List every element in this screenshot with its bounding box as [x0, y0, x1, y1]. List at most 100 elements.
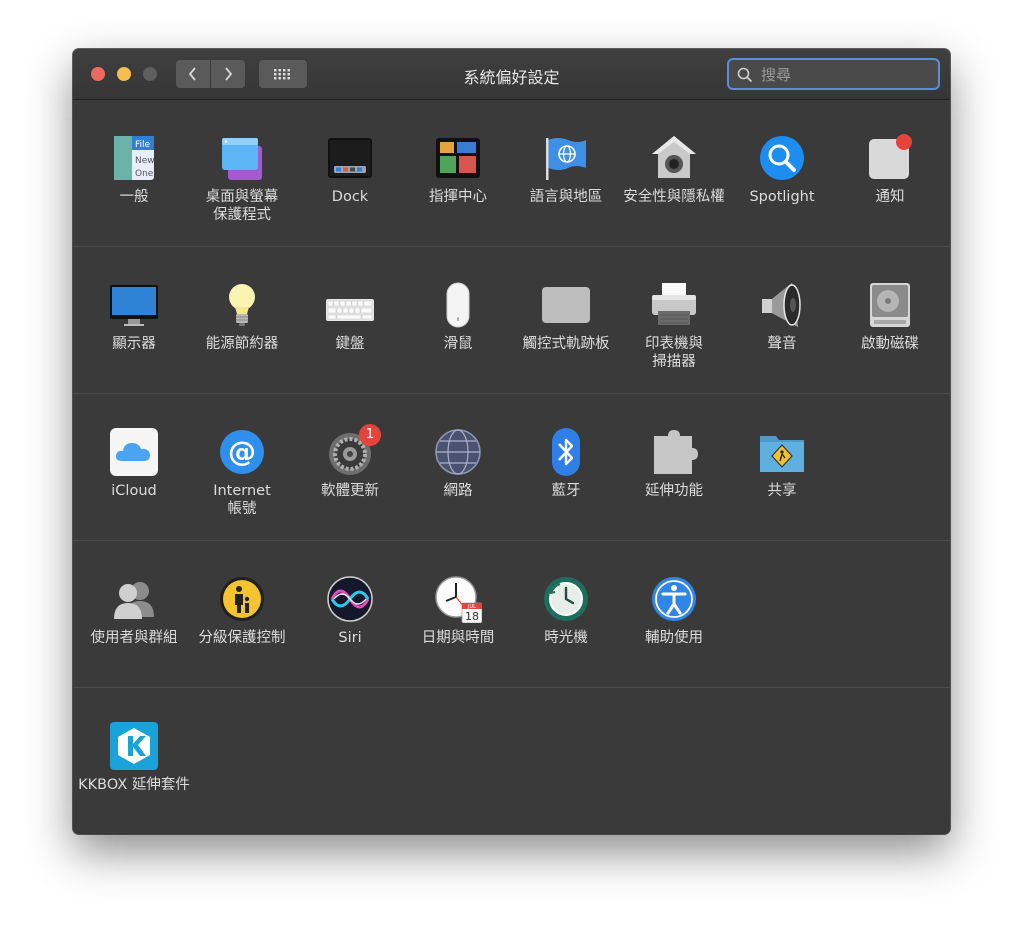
mission-control-icon	[436, 138, 480, 178]
pref-language-region[interactable]: 語言與地區	[512, 100, 620, 246]
displays-icon	[110, 285, 158, 326]
keyboard-icon	[326, 299, 374, 321]
parental-controls-icon	[220, 577, 264, 621]
sound-icon	[762, 283, 801, 327]
pref-general[interactable]: File New One 一般	[80, 100, 188, 246]
pref-label: 印表機與 掃描器	[645, 336, 703, 370]
date-time-icon: JUL 18	[435, 576, 482, 623]
mouse-icon	[446, 282, 470, 328]
pref-label: 觸控式軌跡板	[522, 336, 610, 352]
dock-icon	[328, 138, 372, 178]
search-field[interactable]	[727, 58, 940, 90]
svg-text:One: One	[135, 169, 154, 179]
general-icon: File New One	[114, 136, 155, 180]
preferences-row-3: iCloud @ Internet 帳號 1 軟體更新 網路 藍牙 延伸功能 共…	[73, 394, 950, 541]
pref-label: 日期與時間	[421, 630, 495, 646]
pref-label: 語言與地區	[529, 189, 603, 205]
pref-label: 分級保護控制	[198, 630, 286, 646]
bluetooth-icon	[552, 428, 580, 476]
preferences-row-1: File New One 一般 桌面與螢幕 保護程式 Dock 指揮中心 語言與…	[73, 100, 950, 247]
siri-icon	[327, 576, 373, 622]
pref-label: 滑鼠	[443, 336, 473, 352]
system-preferences-window: 系統偏好設定 File New One 一般 桌	[73, 49, 950, 834]
desktop-screensaver-icon	[222, 138, 262, 180]
pref-startup-disk[interactable]: 啟動磁碟	[836, 247, 944, 393]
pref-extensions[interactable]: 延伸功能	[620, 394, 728, 540]
pref-users-groups[interactable]: 使用者與群組	[80, 541, 188, 687]
pref-label: 鍵盤	[335, 336, 365, 352]
pref-energy-saver[interactable]: 能源節約器	[188, 247, 296, 393]
pref-sharing[interactable]: 共享	[728, 394, 836, 540]
title-bar: 系統偏好設定	[73, 49, 950, 100]
search-input[interactable]	[759, 64, 938, 86]
svg-text:New: New	[135, 156, 155, 166]
pref-label: Spotlight	[749, 189, 815, 205]
notifications-icon	[869, 134, 912, 179]
preferences-row-2: 顯示器 能源節約器 鍵盤 滑鼠 觸控式軌跡板 印表機與 掃描器 聲音 啟動磁碟	[73, 247, 950, 394]
preferences-row-5: KKBOX 延伸套件	[73, 688, 950, 834]
internet-accounts-icon: @	[220, 430, 264, 474]
users-groups-icon	[114, 582, 154, 619]
pref-network[interactable]: 網路	[404, 394, 512, 540]
pref-siri[interactable]: Siri	[296, 541, 404, 687]
pref-parental-controls[interactable]: 分級保護控制	[188, 541, 296, 687]
search-icon	[737, 67, 753, 83]
pref-label: Internet 帳號	[213, 483, 271, 517]
security-privacy-icon	[652, 136, 696, 178]
pref-label: 桌面與螢幕 保護程式	[205, 189, 279, 223]
pref-desktop-screensaver[interactable]: 桌面與螢幕 保護程式	[188, 100, 296, 246]
pref-sound[interactable]: 聲音	[728, 247, 836, 393]
svg-text:File: File	[135, 140, 151, 150]
pref-kkbox[interactable]: KKBOX 延伸套件	[78, 688, 190, 834]
preferences-row-4: 使用者與群組 分級保護控制 Siri JUL 18 日期與時間 時光機 輔助使用	[73, 541, 950, 688]
startup-disk-icon	[870, 283, 910, 327]
pref-accessibility[interactable]: 輔助使用	[620, 541, 728, 687]
pref-spotlight[interactable]: Spotlight	[728, 100, 836, 246]
pref-label: 指揮中心	[429, 189, 487, 205]
update-badge: 1	[359, 424, 381, 446]
pref-mouse[interactable]: 滑鼠	[404, 247, 512, 393]
kkbox-icon	[110, 722, 158, 770]
pref-dock[interactable]: Dock	[296, 100, 404, 246]
pref-mission-control[interactable]: 指揮中心	[404, 100, 512, 246]
pref-icloud[interactable]: iCloud	[80, 394, 188, 540]
pref-trackpad[interactable]: 觸控式軌跡板	[512, 247, 620, 393]
sharing-icon	[760, 436, 804, 472]
trackpad-icon	[542, 287, 590, 323]
extensions-icon	[654, 430, 698, 474]
pref-internet-accounts[interactable]: @ Internet 帳號	[188, 394, 296, 540]
pref-label: 一般	[119, 189, 149, 205]
pref-software-update[interactable]: 1 軟體更新	[296, 394, 404, 540]
pref-label: 顯示器	[112, 336, 156, 352]
pref-label: 啟動磁碟	[861, 336, 919, 352]
pref-notifications[interactable]: 通知	[836, 100, 944, 246]
pref-bluetooth[interactable]: 藍牙	[512, 394, 620, 540]
pref-label: 輔助使用	[645, 630, 703, 646]
pref-security-privacy[interactable]: 安全性與隱私權	[620, 100, 728, 246]
time-machine-icon	[544, 577, 588, 621]
svg-text:@: @	[228, 435, 256, 468]
printer-icon	[652, 283, 696, 325]
pref-label: 使用者與群組	[90, 630, 178, 646]
pref-time-machine[interactable]: 時光機	[512, 541, 620, 687]
pref-label: 聲音	[767, 336, 797, 352]
pref-label: 時光機	[544, 630, 588, 646]
pref-keyboard[interactable]: 鍵盤	[296, 247, 404, 393]
pref-label: 通知	[875, 189, 905, 205]
pref-label: KKBOX 延伸套件	[78, 777, 190, 793]
svg-text:18: 18	[465, 610, 479, 623]
pref-label: 安全性與隱私權	[623, 189, 725, 205]
pref-displays[interactable]: 顯示器	[80, 247, 188, 393]
accessibility-icon	[652, 577, 696, 621]
icloud-icon	[110, 428, 158, 476]
pref-label: 能源節約器	[205, 336, 279, 352]
network-icon	[435, 429, 481, 475]
pref-printers-scanners[interactable]: 印表機與 掃描器	[620, 247, 728, 393]
language-region-icon	[546, 138, 586, 180]
pref-label: iCloud	[111, 483, 157, 499]
pref-label: Dock	[331, 189, 369, 205]
pref-date-time[interactable]: JUL 18 日期與時間	[404, 541, 512, 687]
pref-label: 軟體更新	[321, 483, 379, 499]
pref-label: 藍牙	[551, 483, 581, 499]
pref-label: 共享	[767, 483, 797, 499]
